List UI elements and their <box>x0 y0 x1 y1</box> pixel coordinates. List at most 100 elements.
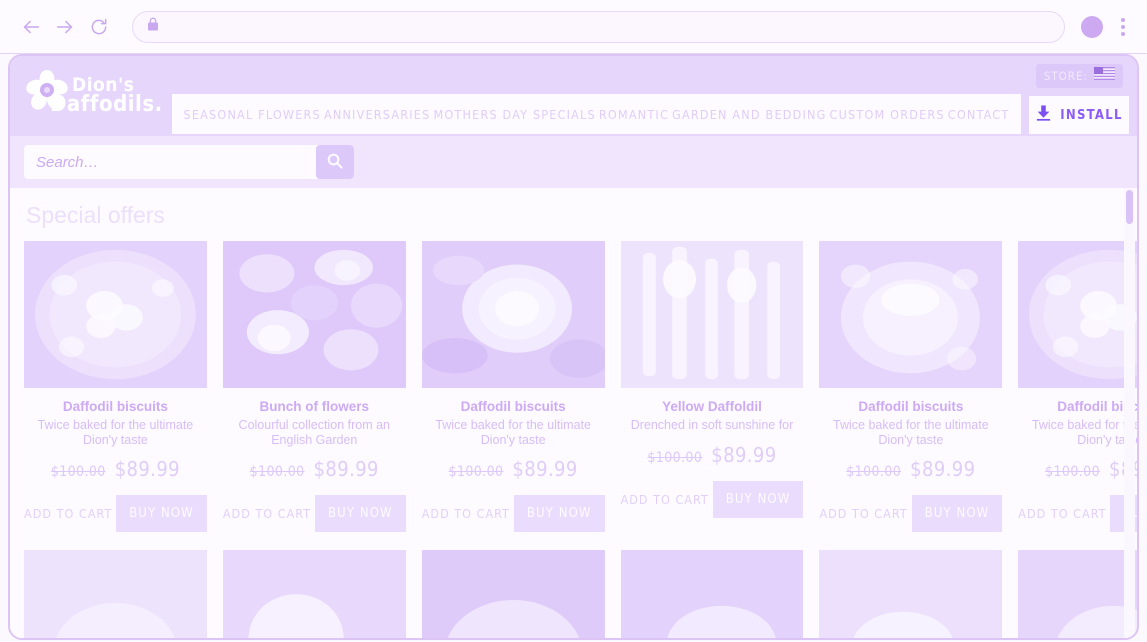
nav-item-garden-and-bedding[interactable]: GARDEN AND BEDDING <box>672 107 826 122</box>
product-card[interactable]: Daffodil biscuits Twice baked for the ul… <box>421 241 605 533</box>
store-selector-label: STORE: <box>1043 69 1088 83</box>
partial-product-image[interactable] <box>24 550 207 638</box>
back-arrow-icon <box>20 16 42 38</box>
partial-product-image[interactable] <box>1018 550 1137 638</box>
bunch-of-mixed-flowers-image[interactable] <box>222 241 406 388</box>
product-title: Daffodil biscuits <box>62 399 168 414</box>
partial-product-image[interactable] <box>819 550 1003 638</box>
product-prices: $100.00 $89.99 <box>422 457 605 481</box>
address-bar[interactable] <box>132 10 1065 43</box>
main-navigation: SEASONAL FLOWERS ANNIVERSARIES MOTHERS D… <box>172 94 1021 134</box>
buy-now-button[interactable]: BUY NOW <box>513 495 605 533</box>
product-price-sale: $89.99 <box>512 457 578 482</box>
product-price-sale: $89.99 <box>910 457 976 482</box>
nav-item-mothers-day-specials[interactable]: MOTHERS DAY SPECIALS <box>433 107 595 122</box>
forward-arrow-icon <box>54 16 76 38</box>
product-description: Drenched in soft sunshine for <box>630 418 794 432</box>
buy-now-button[interactable]: BUY NOW <box>911 495 1003 533</box>
search-input[interactable] <box>24 145 316 179</box>
product-actions: ADD TO CART BUY NOW <box>621 480 804 518</box>
browser-window: Dion's Daffodils. SEASONAL FLOWERS ANNIV… <box>0 0 1147 642</box>
daffodil-biscuits-bowl-image[interactable] <box>819 241 1003 388</box>
product-prices: $100.00 $89.99 <box>819 457 1002 481</box>
add-to-cart-button[interactable]: ADD TO CART <box>422 506 510 521</box>
back-button[interactable] <box>14 10 48 44</box>
product-card[interactable] <box>819 550 1003 638</box>
product-grid: Daffodil biscuits Twice baked for the ul… <box>24 241 1137 638</box>
page-viewport: Dion's Daffodils. SEASONAL FLOWERS ANNIV… <box>8 54 1139 640</box>
product-prices: $100.00 $89.99 <box>24 457 207 481</box>
product-price-original: $100.00 <box>1045 464 1100 481</box>
page-scrollbar[interactable] <box>1124 188 1135 638</box>
site-header: Dion's Daffodils. SEASONAL FLOWERS ANNIV… <box>10 56 1137 136</box>
kebab-menu-icon <box>1121 17 1125 22</box>
product-card[interactable] <box>222 550 406 638</box>
product-price-original: $100.00 <box>249 464 305 481</box>
search-box <box>24 145 354 179</box>
search-icon <box>326 152 344 173</box>
product-actions: ADD TO CART BUY NOW <box>223 495 406 533</box>
partial-product-image[interactable] <box>620 550 804 638</box>
forward-button[interactable] <box>48 10 82 44</box>
product-title: Yellow Daffoldil <box>662 399 762 414</box>
nav-item-romantic[interactable]: ROMANTIC <box>599 107 669 122</box>
buy-now-button[interactable]: BUY NOW <box>712 480 804 518</box>
reload-button[interactable] <box>82 10 116 44</box>
install-button[interactable]: INSTALL <box>1029 96 1129 134</box>
product-price-sale: $89.99 <box>711 442 777 467</box>
product-description: Twice baked for the ultimate Dion'y tast… <box>37 418 194 447</box>
product-card[interactable] <box>24 550 207 638</box>
avatar[interactable] <box>1081 15 1103 38</box>
product-card[interactable]: Daffodil biscuits Twice baked for the ul… <box>1018 241 1137 533</box>
site-logo-text: Dion's Daffodils. <box>50 75 163 115</box>
install-button-label: INSTALL <box>1060 107 1123 123</box>
product-card[interactable] <box>421 550 605 638</box>
product-card[interactable] <box>1018 550 1137 638</box>
lock-icon <box>147 17 159 36</box>
product-description: Colourful collection from an English Gar… <box>238 418 391 447</box>
product-card[interactable]: Bunch of flowers Colourful collection fr… <box>222 241 406 533</box>
browser-menu-button[interactable] <box>1113 14 1133 40</box>
nav-item-anniversaries[interactable]: ANNIVERSARIES <box>324 107 430 122</box>
partial-product-image[interactable] <box>222 550 406 638</box>
store-selector[interactable]: STORE: <box>1035 64 1123 88</box>
single-rose-bloom-image[interactable] <box>421 241 605 388</box>
buy-now-button[interactable]: BUY NOW <box>315 495 406 533</box>
product-title: Daffodil biscuits <box>1057 399 1137 414</box>
yellow-daffodil-stems-image[interactable] <box>620 241 804 388</box>
product-price-original: $100.00 <box>50 464 106 481</box>
nav-item-custom-orders[interactable]: CUSTOM ORDERS <box>830 107 945 122</box>
product-card[interactable]: Yellow Daffoldil Drenched in soft sunshi… <box>620 241 804 532</box>
buy-now-button[interactable]: BUY NOW <box>116 495 207 533</box>
product-prices: $100.00 $89.99 <box>223 457 406 481</box>
page-title: Special offers <box>26 202 165 228</box>
add-to-cart-button[interactable]: ADD TO CART <box>819 506 907 521</box>
product-title: Daffodil biscuits <box>460 399 566 414</box>
search-button[interactable] <box>316 145 354 179</box>
product-title: Bunch of flowers <box>259 399 370 414</box>
product-card[interactable]: Daffodil biscuits Twice baked for the ul… <box>24 241 207 533</box>
nav-item-seasonal-flowers[interactable]: SEASONAL FLOWERS <box>184 107 321 122</box>
download-icon <box>1035 104 1052 127</box>
product-price-original: $100.00 <box>647 449 703 466</box>
product-description: Twice baked for the ultimate Dion'y tast… <box>1031 418 1137 447</box>
search-bar <box>10 136 1137 188</box>
plate-of-daffodil-biscuits-image[interactable] <box>24 241 207 388</box>
logo-line-2: Daffodils. <box>50 91 163 117</box>
nav-item-contact[interactable]: CONTACT <box>948 107 1010 122</box>
plate-of-daffodil-biscuits-image[interactable] <box>1018 241 1137 388</box>
add-to-cart-button[interactable]: ADD TO CART <box>24 506 112 521</box>
browser-toolbar <box>0 0 1147 54</box>
site-logo[interactable]: Dion's Daffodils. <box>10 56 170 136</box>
product-card[interactable] <box>620 550 804 638</box>
add-to-cart-button[interactable]: ADD TO CART <box>1018 506 1106 521</box>
add-to-cart-button[interactable]: ADD TO CART <box>621 492 709 507</box>
product-actions: ADD TO CART BUY NOW <box>819 495 1003 533</box>
product-title: Daffodil biscuits <box>858 399 964 414</box>
product-prices: $100.00 $89.99 <box>621 443 804 467</box>
partial-product-image[interactable] <box>421 550 605 638</box>
us-flag-icon <box>1094 67 1115 85</box>
add-to-cart-button[interactable]: ADD TO CART <box>223 506 311 521</box>
product-card[interactable]: Daffodil biscuits Twice baked for the ul… <box>819 241 1003 533</box>
scrollbar-thumb[interactable] <box>1126 190 1133 224</box>
